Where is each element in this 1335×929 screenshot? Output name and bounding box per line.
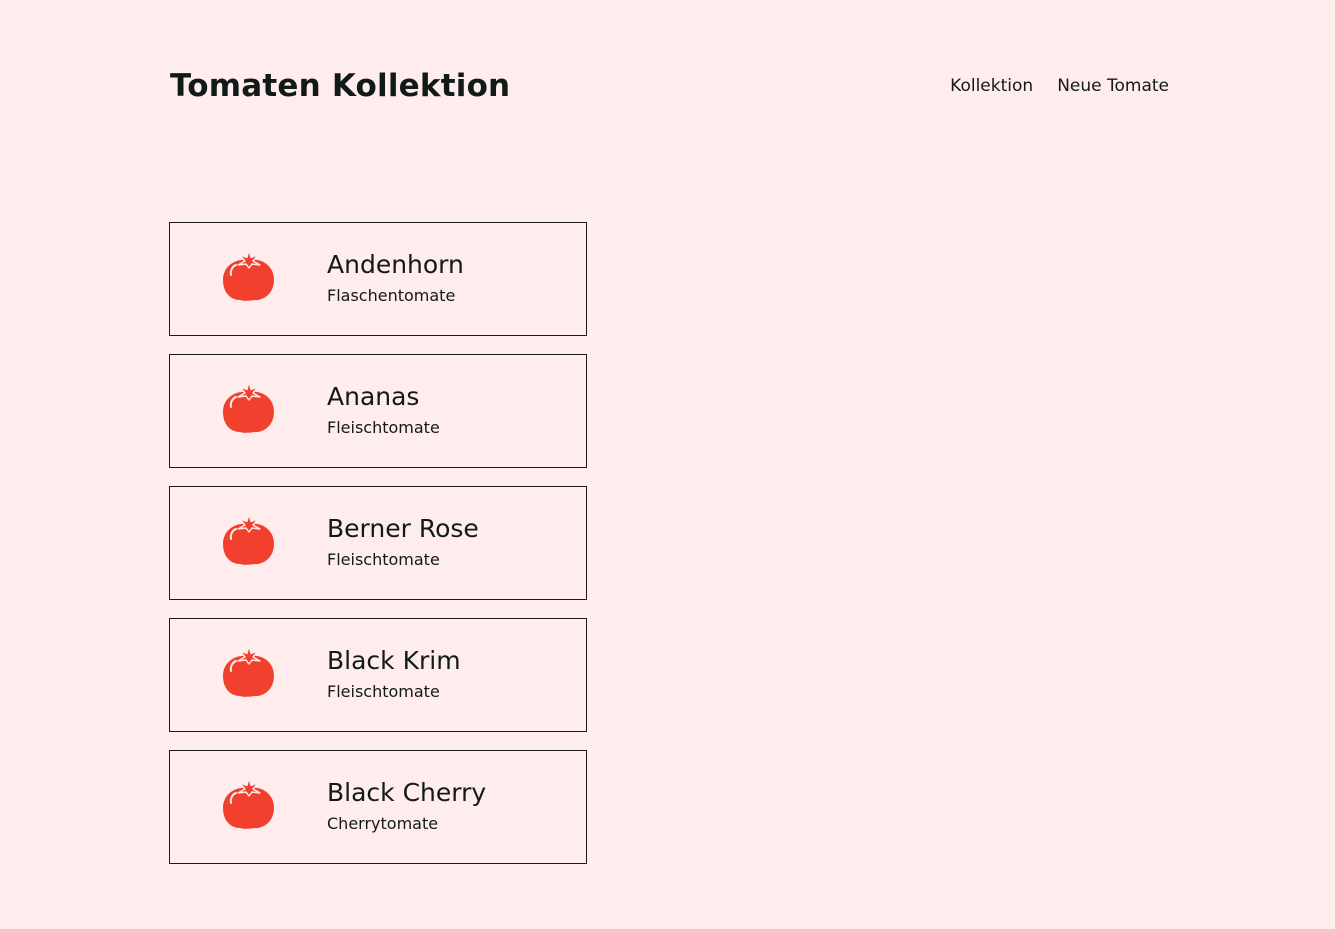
tomato-name: Ananas — [327, 382, 420, 411]
nav-link-neue-tomate[interactable]: Neue Tomate — [1057, 76, 1169, 96]
tomato-type: Flaschentomate — [327, 286, 456, 305]
tomato-type: Fleischtomate — [327, 550, 440, 569]
tomato-card[interactable]: Berner Rose Fleischtomate — [169, 486, 587, 600]
tomato-icon — [221, 511, 277, 567]
tomato-name: Black Krim — [327, 646, 461, 675]
site-title[interactable]: Tomaten Kollektion — [170, 64, 510, 108]
tomato-card[interactable]: Ananas Fleischtomate — [169, 354, 587, 468]
site-header: Tomaten Kollektion Kollektion Neue Tomat… — [170, 64, 1169, 108]
tomato-type: Fleischtomate — [327, 418, 440, 437]
tomato-name: Andenhorn — [327, 250, 464, 279]
nav-link-kollektion[interactable]: Kollektion — [950, 76, 1033, 96]
tomato-card[interactable]: Black Cherry Cherrytomate — [169, 750, 587, 864]
tomato-card[interactable]: Black Krim Fleischtomate — [169, 618, 587, 732]
tomato-icon — [221, 379, 277, 435]
tomato-icon — [221, 775, 277, 831]
tomato-icon — [221, 247, 277, 303]
tomato-type: Fleischtomate — [327, 682, 440, 701]
tomato-type: Cherrytomate — [327, 814, 439, 833]
tomato-icon — [221, 643, 277, 699]
tomato-card[interactable]: Andenhorn Flaschentomate — [169, 222, 587, 336]
tomato-name: Black Cherry — [327, 778, 487, 807]
tomato-list: Andenhorn Flaschentomate Ananas Fleischt… — [169, 222, 587, 864]
main-nav: Kollektion Neue Tomate — [950, 64, 1169, 108]
tomato-name: Berner Rose — [327, 514, 479, 543]
